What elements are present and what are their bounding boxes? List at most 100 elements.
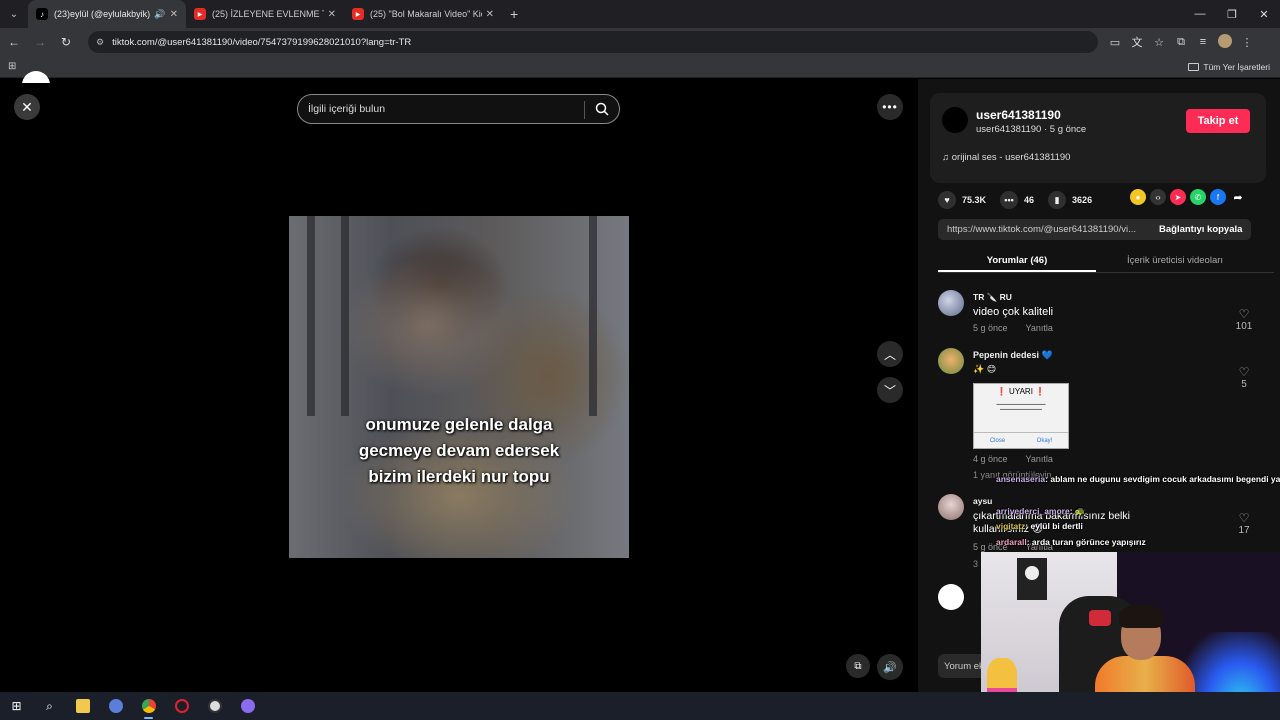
- floating-player-button[interactable]: ⧉: [846, 654, 870, 678]
- author-avatar[interactable]: [942, 107, 968, 133]
- restore-icon[interactable]: ❐: [1216, 0, 1248, 28]
- menu-icon[interactable]: ⋮: [1236, 36, 1258, 49]
- speaker-icon[interactable]: 🔊: [154, 9, 165, 20]
- discord-icon[interactable]: [231, 692, 264, 720]
- close-tab-icon[interactable]: ✕: [486, 9, 494, 20]
- minimize-icon[interactable]: —: [1184, 0, 1216, 28]
- star-icon[interactable]: ☆: [1148, 36, 1170, 49]
- tab-creator-videos[interactable]: İçerik üreticisi videoları: [1096, 247, 1254, 272]
- save-stat[interactable]: ▮ 3626: [1048, 191, 1092, 209]
- all-bookmarks[interactable]: Tüm Yer İşaretleri: [1188, 62, 1270, 72]
- commenter-avatar[interactable]: [938, 584, 964, 610]
- video-frame[interactable]: onumuze gelenle dalga gecmeye devam eder…: [289, 216, 629, 558]
- comment-time: 5 g önce: [973, 323, 1008, 333]
- related-search-input[interactable]: İlgili içeriği bulun: [297, 94, 620, 124]
- chat-user: vigitatz: [996, 521, 1026, 531]
- author-name[interactable]: user641381190: [976, 108, 1061, 122]
- chat-user: ansenaseria: [996, 474, 1046, 484]
- embed-icon[interactable]: ‹›: [1150, 189, 1166, 205]
- close-tab-icon[interactable]: ✕: [328, 9, 336, 20]
- address-toolbar: ← → ↻ ⚙ tiktok.com/@user641381190/video/…: [0, 28, 1280, 56]
- whatsapp-icon[interactable]: ✆: [1190, 189, 1206, 205]
- save-count: 3626: [1072, 195, 1093, 205]
- video-player[interactable]: İlgili içeriği bulun onumuze gelenle dal…: [289, 79, 629, 692]
- next-video-button[interactable]: ﹀: [877, 377, 903, 403]
- chat-text: : 🐢: [1069, 506, 1086, 516]
- tab-youtube-1[interactable]: ▶ (25) İZLEYENE EVLENME TEKLİFİ ✕: [186, 0, 344, 28]
- tab-title: (25) İZLEYENE EVLENME TEKLİFİ: [212, 9, 324, 19]
- commenter-name[interactable]: aysu: [973, 496, 992, 506]
- tab-search-icon[interactable]: ⌄: [0, 0, 28, 28]
- like-count: 75.3K: [962, 195, 987, 205]
- chrome-icon[interactable]: [132, 692, 165, 720]
- chat-user: arrivederci_amore: [996, 506, 1070, 516]
- comment-like[interactable]: ♡ 101: [1234, 307, 1254, 332]
- share-row: ● ‹› ➤ ✆ f ➦: [1130, 189, 1246, 205]
- previous-video-button[interactable]: ︿: [877, 341, 903, 367]
- comment-like[interactable]: ♡ 5: [1234, 365, 1254, 390]
- volume-button[interactable]: 🔊: [877, 654, 903, 680]
- link-copy-row: https://www.tiktok.com/@user641381190/vi…: [938, 219, 1251, 240]
- tab-title: (23)eylül (@eylulakbyik) | TikTok: [54, 9, 152, 19]
- site-info-icon[interactable]: ⚙: [96, 37, 104, 48]
- tab-tiktok[interactable]: ♪ (23)eylül (@eylulakbyik) | TikTok 🔊 ✕: [28, 0, 186, 28]
- reply-button[interactable]: Yanıtla: [1026, 323, 1053, 333]
- tab-comments[interactable]: Yorumlar (46): [938, 247, 1096, 272]
- commenter-avatar[interactable]: [938, 348, 964, 374]
- apps-grid-icon[interactable]: ⊞: [8, 61, 16, 72]
- app-icon[interactable]: [99, 692, 132, 720]
- search-icon[interactable]: [595, 102, 609, 116]
- tab-youtube-2[interactable]: ▶ (25) "Bol Makaralı Video" Kick Klip ✕: [344, 0, 502, 28]
- like-stat[interactable]: ♥ 75.3K: [938, 191, 986, 209]
- heart-outline-icon: ♡: [1238, 307, 1250, 321]
- opera-icon[interactable]: [165, 692, 198, 720]
- comment-sticker[interactable]: ❗ UYARI ❗ ▬▬▬▬▬▬▬▬▬▬▬▬▬▬ ▬▬▬▬▬▬▬▬▬▬▬▬ Clo…: [973, 383, 1069, 449]
- engagement-stats: ♥ 75.3K ••• 46 ▮ 3626: [938, 189, 1106, 211]
- video-link[interactable]: https://www.tiktok.com/@user641381190/vi…: [947, 224, 1147, 235]
- reading-list-icon[interactable]: ≡: [1192, 36, 1214, 48]
- music-note-icon: ♫: [942, 152, 952, 163]
- browser-tab-bar: ⌄ ♪ (23)eylül (@eylulakbyik) | TikTok 🔊 …: [0, 0, 1280, 28]
- commenter-name[interactable]: Pepenin dedesi 💙: [973, 350, 1053, 361]
- coin-icon[interactable]: ●: [1130, 189, 1146, 205]
- search-icon[interactable]: ⌕: [33, 692, 66, 720]
- share-arrow-icon[interactable]: ➦: [1230, 189, 1246, 205]
- commenter-avatar[interactable]: [938, 290, 964, 316]
- search-placeholder: İlgili içeriği bulun: [308, 103, 386, 115]
- profile-avatar[interactable]: [1214, 33, 1236, 51]
- youtube-icon: ▶: [352, 8, 364, 20]
- cast-icon[interactable]: ▭: [1104, 36, 1126, 49]
- new-tab-button[interactable]: +: [510, 6, 518, 22]
- back-icon[interactable]: ←: [2, 30, 26, 54]
- reply-button[interactable]: Yanıtla: [1026, 454, 1053, 464]
- comment-text: video çok kaliteli: [973, 306, 1054, 318]
- view-replies[interactable]: 3: [973, 559, 978, 569]
- heart-icon: ♥: [938, 191, 956, 209]
- music-link[interactable]: ♫ orijinal ses - user641381190: [942, 152, 1070, 163]
- reload-icon[interactable]: ↻: [54, 30, 78, 54]
- obs-icon[interactable]: [198, 692, 231, 720]
- author-subtitle: user641381190 · 5 g önce: [976, 124, 1087, 135]
- window-controls: — ❐ ✕: [1184, 0, 1280, 28]
- file-explorer-icon[interactable]: [66, 692, 99, 720]
- comment-stat[interactable]: ••• 46: [1000, 191, 1034, 209]
- commenter-name[interactable]: TR 🔪 RU: [973, 292, 1012, 303]
- copy-link-button[interactable]: Bağlantıyı kopyala: [1159, 224, 1242, 235]
- windows-start-icon[interactable]: ⊞: [0, 692, 33, 720]
- follow-button[interactable]: Takip et: [1186, 109, 1250, 133]
- comment-like[interactable]: ♡ 17: [1234, 511, 1254, 536]
- close-tab-icon[interactable]: ✕: [170, 9, 178, 20]
- send-icon[interactable]: ➤: [1170, 189, 1186, 205]
- chat-text: : ablam ne dugunu sevdigim cocuk arkadas…: [1045, 474, 1280, 484]
- facebook-icon[interactable]: f: [1210, 189, 1226, 205]
- extensions-icon[interactable]: ⧉: [1170, 36, 1192, 49]
- more-options-button[interactable]: •••: [877, 94, 903, 120]
- bookmarks-bar: ⊞ Tüm Yer İşaretleri: [0, 56, 1280, 78]
- comment-text: ✨ 😊: [973, 364, 997, 374]
- forward-icon[interactable]: →: [28, 30, 52, 54]
- close-window-icon[interactable]: ✕: [1248, 0, 1280, 28]
- translate-icon[interactable]: 文: [1126, 34, 1148, 50]
- close-video-button[interactable]: ✕: [14, 94, 40, 120]
- commenter-avatar[interactable]: [938, 494, 964, 520]
- url-bar[interactable]: ⚙ tiktok.com/@user641381190/video/754737…: [88, 31, 1098, 53]
